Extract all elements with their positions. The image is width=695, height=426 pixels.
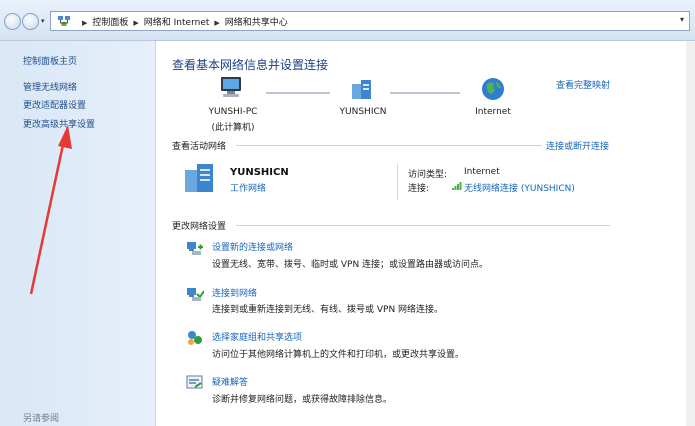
see-full-map-link[interactable]: 查看完整映射	[556, 78, 610, 91]
task-description: 诊断并修复网络问题，或获得故障排除信息。	[212, 395, 393, 405]
map-link-line	[390, 92, 460, 94]
new-connection-icon	[187, 242, 203, 255]
map-node-internet-label: Internet	[475, 107, 511, 117]
task-description: 访问位于其他网络计算机上的文件和打印机，或更改共享设置。	[212, 350, 465, 360]
wifi-signal-icon	[452, 182, 462, 190]
network-type-link[interactable]: 工作网络	[230, 181, 266, 194]
active-network-icon	[185, 164, 213, 192]
homegroup-sharing-link[interactable]: 选择家庭组和共享选项	[212, 330, 302, 343]
connect-network-icon	[187, 288, 204, 301]
section-divider	[236, 225, 610, 226]
vertical-scrollbar[interactable]	[686, 41, 695, 426]
task-description: 设置无线、宽带、拨号、临时或 VPN 连接；或设置路由器或访问点。	[212, 260, 489, 270]
change-settings-heading: 更改网络设置	[172, 222, 227, 232]
connection-label: 连接:	[408, 184, 430, 194]
troubleshoot-icon	[186, 375, 203, 389]
map-node-pc-label: YUNSHI-PC	[208, 107, 258, 117]
active-network-divider	[397, 164, 398, 200]
troubleshoot-link[interactable]: 疑难解答	[212, 375, 248, 388]
task-description: 连接到或重新连接到无线、有线、拨号或 VPN 网络连接。	[212, 305, 444, 315]
connect-disconnect-link[interactable]: 连接或断开连接	[546, 139, 609, 152]
computer-icon	[221, 77, 241, 97]
active-networks-heading: 查看活动网络	[172, 142, 227, 152]
map-node-pc-sublabel: (此计算机)	[211, 123, 255, 133]
globe-icon	[482, 78, 504, 100]
network-icon	[352, 80, 371, 99]
access-type-label: 访问类型:	[408, 170, 448, 180]
map-link-line	[266, 92, 330, 94]
connect-to-network-link[interactable]: 连接到网络	[212, 286, 257, 299]
active-network-name: YUNSHICN	[230, 167, 289, 178]
setup-new-connection-link[interactable]: 设置新的连接或网络	[212, 240, 293, 253]
map-node-network-label: YUNSHICN	[339, 107, 387, 117]
page-title: 查看基本网络信息并设置连接	[172, 58, 329, 72]
wireless-connection-link[interactable]: 无线网络连接 (YUNSHICN)	[464, 181, 575, 194]
homegroup-icon	[188, 331, 202, 345]
section-divider	[236, 145, 542, 146]
annotation-arrow	[29, 125, 72, 295]
access-type-value: Internet	[464, 167, 500, 177]
